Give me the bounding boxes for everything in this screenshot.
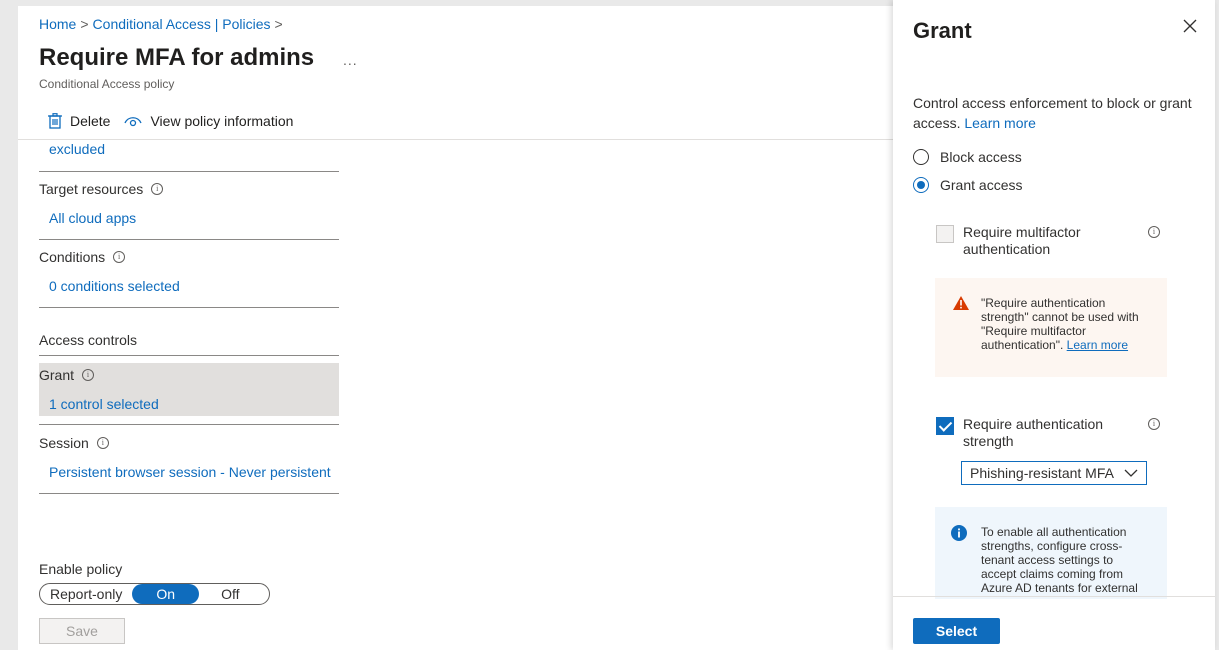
trash-icon — [48, 113, 62, 129]
auth-strength-info: To enable all authentication strengths, … — [935, 507, 1167, 599]
grant-access-option[interactable]: Grant access — [913, 177, 1022, 193]
toggle-off[interactable]: Off — [199, 586, 249, 602]
close-icon[interactable] — [1182, 18, 1198, 34]
command-bar-divider — [18, 139, 896, 140]
grant-panel: Grant Control access enforcement to bloc… — [893, 0, 1215, 650]
block-access-option[interactable]: Block access — [913, 149, 1022, 165]
page-title: Require MFA for admins — [39, 44, 315, 71]
require-mfa-option[interactable]: Require multifactor authentication — [936, 224, 1123, 258]
select-button[interactable]: Select — [913, 618, 1000, 644]
conditions-label: Conditions i — [39, 249, 126, 265]
enable-policy-label: Enable policy — [39, 561, 123, 577]
view-policy-info-label: View policy information — [150, 113, 294, 129]
target-resources-label: Target resources i — [39, 181, 164, 197]
require-auth-strength-label: Require authentication strength — [963, 416, 1104, 449]
breadcrumb-separator: > — [274, 16, 283, 32]
panel-description: Control access enforcement to block or g… — [913, 93, 1193, 133]
panel-title: Grant — [913, 18, 972, 43]
eye-icon — [124, 117, 143, 127]
warning-icon — [953, 296, 969, 310]
toggle-on[interactable]: On — [132, 584, 200, 604]
target-resources-text: Target resources — [39, 181, 144, 197]
info-icon[interactable]: i — [113, 251, 126, 263]
info-text: To enable all authentication strengths, … — [981, 525, 1138, 595]
command-bar: Delete View policy information — [48, 113, 307, 129]
auth-strength-dropdown[interactable]: Phishing-resistant MFA — [961, 461, 1147, 485]
page-subtitle: Conditional Access policy — [39, 77, 175, 91]
auth-strength-selected: Phishing-resistant MFA — [970, 465, 1114, 481]
chevron-down-icon — [1124, 469, 1138, 477]
section-divider — [39, 307, 339, 308]
block-access-label: Block access — [940, 149, 1022, 165]
section-divider — [39, 355, 339, 356]
grant-access-label: Grant access — [940, 177, 1023, 193]
info-icon[interactable]: i — [151, 183, 164, 195]
delete-label: Delete — [70, 113, 111, 129]
grant-access-radio[interactable] — [913, 177, 929, 193]
breadcrumb-separator: > — [80, 16, 89, 32]
session-link[interactable]: Persistent browser session - Never persi… — [49, 464, 331, 480]
require-auth-strength-option[interactable]: Require authentication strength — [936, 416, 1123, 450]
breadcrumb-home[interactable]: Home — [39, 16, 76, 32]
toggle-report-only[interactable]: Report-only — [40, 586, 132, 602]
warning-learn-more-link[interactable]: Learn more — [1067, 338, 1128, 352]
section-divider — [39, 424, 339, 425]
delete-button[interactable]: Delete — [48, 113, 110, 129]
info-icon[interactable]: i — [1148, 226, 1160, 238]
info-icon[interactable]: i — [96, 437, 109, 449]
require-auth-strength-checkbox[interactable] — [936, 417, 954, 435]
session-label: Session i — [39, 435, 109, 451]
enable-policy-toggle: Report-only On Off — [39, 583, 270, 605]
learn-more-link[interactable]: Learn more — [964, 115, 1036, 131]
block-access-radio[interactable] — [913, 149, 929, 165]
target-resources-link[interactable]: All cloud apps — [49, 210, 136, 226]
breadcrumb-policies[interactable]: Conditional Access | Policies — [93, 16, 271, 32]
grant-link[interactable]: 1 control selected — [49, 396, 159, 412]
section-divider — [39, 171, 339, 172]
users-excluded-link[interactable]: excluded — [49, 141, 105, 157]
more-options-button[interactable]: ... — [343, 52, 358, 68]
auth-strength-warning: "Require authentication strength" cannot… — [935, 278, 1167, 377]
session-text: Session — [39, 435, 89, 451]
save-button[interactable]: Save — [39, 618, 125, 644]
breadcrumb: Home > Conditional Access | Policies > — [39, 16, 287, 32]
info-filled-icon — [951, 525, 967, 541]
view-policy-info-button[interactable]: View policy information — [124, 113, 293, 129]
access-controls-heading: Access controls — [39, 332, 138, 348]
require-mfa-checkbox[interactable] — [936, 225, 954, 243]
section-divider — [39, 239, 339, 240]
section-divider — [39, 493, 339, 494]
panel-description-text: Control access enforcement to block or g… — [913, 95, 1192, 131]
info-icon[interactable]: i — [82, 369, 95, 381]
panel-footer-divider — [893, 596, 1215, 597]
grant-text: Grant — [39, 367, 75, 383]
conditions-text: Conditions — [39, 249, 106, 265]
grant-label: Grant i — [39, 367, 95, 383]
conditions-link[interactable]: 0 conditions selected — [49, 278, 180, 294]
info-icon[interactable]: i — [1148, 418, 1160, 430]
policy-main-pane: Home > Conditional Access | Policies > Requ… — [18, 6, 896, 650]
require-mfa-label: Require multifactor authentication — [963, 224, 1081, 257]
